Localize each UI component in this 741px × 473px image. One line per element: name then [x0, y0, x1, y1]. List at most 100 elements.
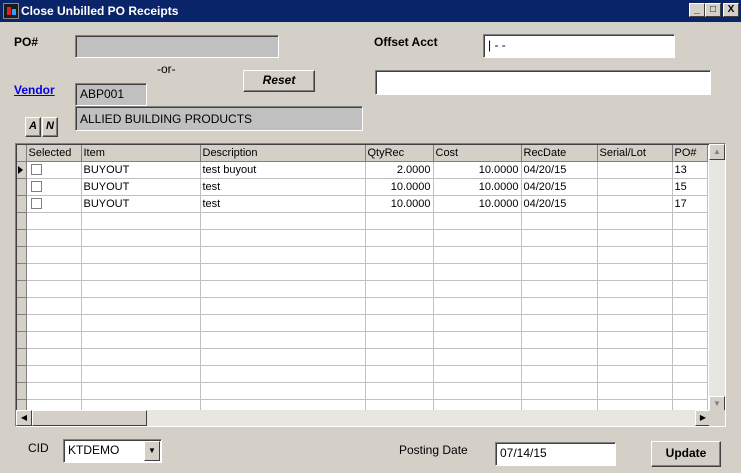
table-row-empty[interactable]	[17, 348, 708, 366]
row-selector[interactable]	[17, 178, 27, 196]
empty-cell[interactable]	[81, 229, 201, 247]
empty-cell[interactable]	[672, 229, 708, 247]
row-selector[interactable]	[17, 348, 27, 366]
empty-cell[interactable]	[200, 348, 366, 366]
serial-lot-cell[interactable]	[597, 178, 673, 196]
empty-cell[interactable]	[200, 331, 366, 349]
empty-cell[interactable]	[81, 212, 201, 230]
row-selector[interactable]	[17, 365, 27, 383]
table-row[interactable]: BUYOUT test 10.0000 10.0000 04/20/15 15	[17, 178, 708, 196]
serial-lot-cell[interactable]	[597, 195, 673, 213]
empty-cell[interactable]	[597, 314, 673, 332]
empty-cell[interactable]	[521, 246, 598, 264]
empty-cell[interactable]	[200, 280, 366, 298]
recdate-cell[interactable]: 04/20/15	[521, 161, 598, 179]
empty-cell[interactable]	[200, 263, 366, 281]
empty-cell[interactable]	[521, 212, 598, 230]
empty-cell[interactable]	[433, 382, 522, 400]
update-button[interactable]: Update	[651, 441, 721, 467]
empty-cell[interactable]	[200, 229, 366, 247]
table-row-empty[interactable]	[17, 212, 708, 230]
col-header-recdate[interactable]: RecDate	[521, 145, 598, 162]
qtyrec-cell[interactable]: 10.0000	[365, 178, 434, 196]
empty-cell[interactable]	[672, 297, 708, 315]
vendor-link[interactable]: Vendor	[14, 83, 55, 97]
offset-acct-description[interactable]	[375, 70, 711, 95]
empty-cell[interactable]	[672, 314, 708, 332]
selected-checkbox[interactable]	[30, 181, 42, 193]
n-button[interactable]: N	[42, 117, 58, 137]
empty-cell[interactable]	[433, 246, 522, 264]
scroll-left-arrow-icon[interactable]: ◀	[16, 410, 32, 426]
empty-cell[interactable]	[200, 314, 366, 332]
empty-cell[interactable]	[26, 297, 82, 315]
chevron-down-icon[interactable]: ▼	[144, 441, 160, 461]
receipts-grid[interactable]: Selected Item Description QtyRec Cost Re…	[15, 143, 726, 427]
a-button[interactable]: A	[25, 117, 41, 137]
empty-cell[interactable]	[200, 365, 366, 383]
qtyrec-cell[interactable]: 2.0000	[365, 161, 434, 179]
table-row[interactable]: BUYOUT test 10.0000 10.0000 04/20/15 17	[17, 195, 708, 213]
empty-cell[interactable]	[81, 263, 201, 281]
selected-cell[interactable]	[26, 195, 82, 213]
cost-cell[interactable]: 10.0000	[433, 161, 522, 179]
selected-cell[interactable]	[26, 161, 82, 179]
description-cell[interactable]: test buyout	[200, 161, 366, 179]
empty-cell[interactable]	[365, 246, 434, 264]
empty-cell[interactable]	[365, 314, 434, 332]
empty-cell[interactable]	[433, 348, 522, 366]
close-button[interactable]: X	[723, 3, 739, 17]
row-selector[interactable]	[17, 331, 27, 349]
col-header-cost[interactable]: Cost	[433, 145, 522, 162]
po-cell[interactable]: 15	[672, 178, 708, 196]
table-row-empty[interactable]	[17, 331, 708, 349]
table-row-empty[interactable]	[17, 365, 708, 383]
empty-cell[interactable]	[672, 280, 708, 298]
empty-cell[interactable]	[365, 297, 434, 315]
empty-cell[interactable]	[521, 229, 598, 247]
horizontal-scrollbar[interactable]: ◀ ▶	[16, 410, 711, 426]
empty-cell[interactable]	[26, 246, 82, 264]
empty-cell[interactable]	[81, 297, 201, 315]
table-row-empty[interactable]	[17, 263, 708, 281]
empty-cell[interactable]	[433, 314, 522, 332]
empty-cell[interactable]	[365, 348, 434, 366]
empty-cell[interactable]	[433, 297, 522, 315]
empty-cell[interactable]	[672, 365, 708, 383]
description-cell[interactable]: test	[200, 178, 366, 196]
row-selector[interactable]	[17, 263, 27, 281]
empty-cell[interactable]	[597, 280, 673, 298]
empty-cell[interactable]	[672, 246, 708, 264]
empty-cell[interactable]	[26, 263, 82, 281]
empty-cell[interactable]	[200, 297, 366, 315]
empty-cell[interactable]	[672, 212, 708, 230]
empty-cell[interactable]	[81, 365, 201, 383]
scroll-up-arrow-icon[interactable]: ▲	[709, 144, 725, 160]
cost-cell[interactable]: 10.0000	[433, 195, 522, 213]
empty-cell[interactable]	[200, 212, 366, 230]
row-selector[interactable]	[17, 246, 27, 264]
empty-cell[interactable]	[365, 229, 434, 247]
empty-cell[interactable]	[81, 348, 201, 366]
vertical-scrollbar[interactable]: ▲ ▼	[709, 144, 725, 412]
table-row-empty[interactable]	[17, 280, 708, 298]
empty-cell[interactable]	[672, 348, 708, 366]
po-input[interactable]	[75, 35, 279, 58]
horizontal-scroll-thumb[interactable]	[32, 410, 147, 426]
cost-cell[interactable]: 10.0000	[433, 178, 522, 196]
empty-cell[interactable]	[433, 365, 522, 383]
empty-cell[interactable]	[521, 263, 598, 281]
table-row-empty[interactable]	[17, 314, 708, 332]
table-row-empty[interactable]	[17, 297, 708, 315]
empty-cell[interactable]	[597, 229, 673, 247]
empty-cell[interactable]	[521, 331, 598, 349]
item-cell[interactable]: BUYOUT	[81, 161, 201, 179]
empty-cell[interactable]	[26, 212, 82, 230]
empty-cell[interactable]	[597, 365, 673, 383]
empty-cell[interactable]	[81, 246, 201, 264]
reset-button[interactable]: Reset	[243, 70, 315, 92]
empty-cell[interactable]	[365, 263, 434, 281]
selected-checkbox[interactable]	[30, 164, 42, 176]
empty-cell[interactable]	[81, 314, 201, 332]
empty-cell[interactable]	[365, 212, 434, 230]
